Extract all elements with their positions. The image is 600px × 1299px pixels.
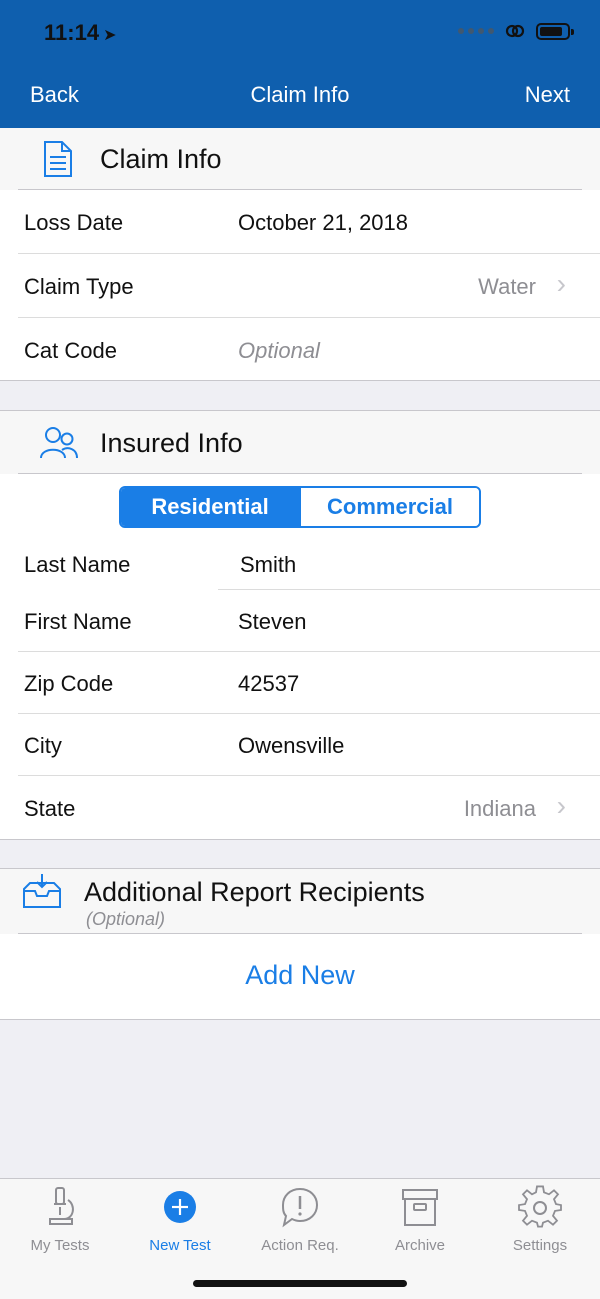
inbox-icon <box>23 874 61 908</box>
segment-residential[interactable]: Residential <box>121 488 299 526</box>
claim-info-header: Claim Info <box>0 128 600 190</box>
tab-archive[interactable]: Archive <box>360 1185 480 1255</box>
tab-label: Action Req. <box>261 1237 339 1254</box>
tab-action-required[interactable]: Action Req. <box>240 1185 360 1255</box>
tab-label: Archive <box>394 1237 446 1254</box>
row-label: State <box>24 796 76 821</box>
next-button[interactable]: Next <box>525 82 570 108</box>
row-label: Claim Type <box>24 274 134 299</box>
tab-label: Settings <box>512 1237 568 1254</box>
zip-code-field[interactable]: 42537 <box>238 671 299 697</box>
row-label: Last Name <box>24 552 131 577</box>
city-field[interactable]: Owensville <box>238 733 344 759</box>
add-new-button[interactable]: Add New <box>0 960 600 991</box>
first-name-row: First Name Steven <box>0 590 600 652</box>
state-value: Indiana <box>463 796 536 821</box>
alert-bubble-icon <box>281 1187 319 1228</box>
link-icon <box>505 24 525 38</box>
first-name-field[interactable]: Steven <box>238 609 307 635</box>
segment-commercial[interactable]: Commercial <box>299 488 479 526</box>
recipients-header: Additional Report Recipients (Optional) <box>0 868 600 934</box>
residential-commercial-segment[interactable]: Residential Commercial <box>119 486 481 528</box>
last-name-row: Last Name Smith <box>0 540 600 590</box>
page-title: Claim Info <box>250 82 350 107</box>
row-label: First Name <box>24 609 132 634</box>
row-label: Zip Code <box>24 671 114 696</box>
row-label: City <box>24 733 62 758</box>
insured-info-header: Insured Info <box>0 410 600 474</box>
status-indicators <box>458 22 574 40</box>
zip-code-row: Zip Code 42537 <box>0 652 600 714</box>
cat-code-row: Cat Code Optional <box>0 318 600 381</box>
chevron-right-icon: › <box>556 790 566 821</box>
claim-type-value: Water <box>478 274 536 299</box>
home-indicator[interactable] <box>193 1280 407 1287</box>
section-title: Claim Info <box>100 144 222 174</box>
tab-label: My Tests <box>30 1237 90 1254</box>
tab-settings[interactable]: Settings <box>480 1185 600 1255</box>
claim-type-row[interactable]: Claim Type Water › <box>0 254 600 318</box>
cat-code-input[interactable]: Optional <box>238 338 320 364</box>
chevron-right-icon: › <box>556 268 566 299</box>
people-icon <box>40 427 78 459</box>
gear-icon <box>518 1185 562 1228</box>
section-title: Additional Report Recipients <box>84 877 425 907</box>
plus-circle-icon <box>164 1191 196 1223</box>
add-new-row: Add New <box>0 934 600 1020</box>
microscope-icon <box>49 1187 74 1225</box>
section-subtitle: (Optional) <box>86 909 166 929</box>
status-time: 11:14 ➤ <box>44 20 117 45</box>
tab-new-test[interactable]: New Test <box>120 1185 240 1255</box>
loss-date-row[interactable]: Loss Date October 21, 2018 <box>0 190 600 254</box>
document-icon <box>44 141 72 177</box>
state-row[interactable]: State Indiana › <box>0 776 600 840</box>
archive-box-icon <box>402 1189 438 1226</box>
row-label: Cat Code <box>24 338 117 363</box>
section-title: Insured Info <box>100 428 243 458</box>
back-button[interactable]: Back <box>30 82 79 108</box>
signal-icon <box>458 28 494 34</box>
last-name-field[interactable]: Smith <box>240 552 296 578</box>
loss-date-value: October 21, 2018 <box>238 210 409 235</box>
battery-icon <box>536 22 574 40</box>
row-label: Loss Date <box>24 210 124 235</box>
location-icon: ➤ <box>103 27 117 44</box>
tab-my-tests[interactable]: My Tests <box>0 1185 120 1255</box>
segmented-control-row: Residential Commercial <box>0 474 600 540</box>
tab-label: New Test <box>149 1237 211 1254</box>
navigation-bar: 11:14 ➤ Back Claim Info Next <box>0 0 600 128</box>
city-row: City Owensville <box>0 714 600 776</box>
